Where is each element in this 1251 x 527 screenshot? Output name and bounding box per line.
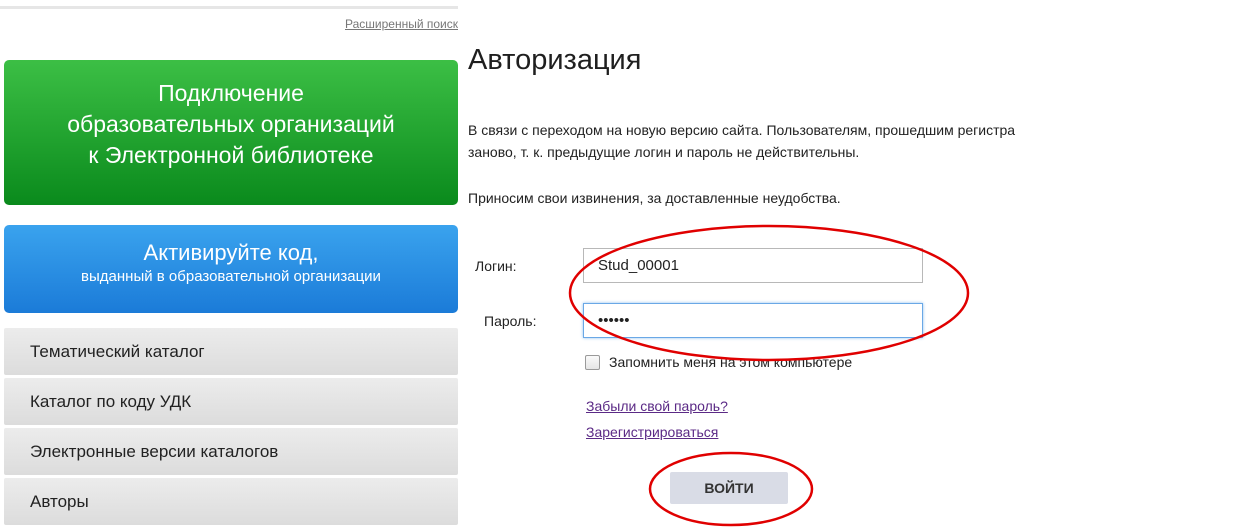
remember-me-label[interactable]: Запомнить меня на этом компьютере bbox=[609, 354, 852, 370]
forgot-password-link[interactable]: Забыли свой пароль? bbox=[586, 398, 728, 414]
top-divider bbox=[0, 6, 458, 9]
apology-text: Приносим свои извинения, за доставленные… bbox=[468, 190, 841, 206]
annotation-ellipse-credentials bbox=[568, 224, 970, 362]
connect-organizations-banner[interactable]: Подключение образовательных организаций … bbox=[4, 60, 458, 205]
notice-text: В связи с переходом на новую версию сайт… bbox=[468, 119, 1015, 163]
page: Расширенный поиск Подключение образовате… bbox=[0, 0, 1251, 527]
sidebar-item-electronic-catalogs[interactable]: Электронные версии каталогов bbox=[4, 428, 458, 475]
banner-line: образовательных организаций bbox=[67, 111, 395, 137]
activate-code-banner[interactable]: Активируйте код, выданный в образователь… bbox=[4, 225, 458, 313]
activate-code-subtitle: выданный в образовательной организации bbox=[81, 268, 381, 285]
login-input[interactable] bbox=[583, 248, 923, 283]
login-label: Логин: bbox=[475, 258, 517, 274]
login-button[interactable]: ВОЙТИ bbox=[670, 472, 788, 504]
remember-me-checkbox[interactable] bbox=[585, 354, 600, 370]
sidebar-item-thematic-catalog[interactable]: Тематический каталог bbox=[4, 328, 458, 375]
activate-code-title: Активируйте код, bbox=[143, 240, 319, 265]
remember-me: Запомнить меня на этом компьютере bbox=[585, 354, 852, 370]
sidebar-item-authors[interactable]: Авторы bbox=[4, 478, 458, 525]
sidebar-menu: Тематический каталог Каталог по коду УДК… bbox=[4, 328, 458, 527]
sidebar-item-udc-catalog[interactable]: Каталог по коду УДК bbox=[4, 378, 458, 425]
banner-line: Подключение bbox=[158, 80, 304, 106]
password-label: Пароль: bbox=[484, 313, 537, 329]
banner-line: к Электронной библиотеке bbox=[88, 142, 374, 168]
register-link[interactable]: Зарегистрироваться bbox=[586, 424, 718, 440]
page-title: Авторизация bbox=[468, 44, 642, 76]
notice-line: заново, т. к. предыдущие логин и пароль … bbox=[468, 144, 860, 160]
password-input[interactable] bbox=[583, 303, 923, 338]
notice-line: В связи с переходом на новую версию сайт… bbox=[468, 122, 1016, 138]
advanced-search-link[interactable]: Расширенный поиск bbox=[345, 17, 458, 31]
